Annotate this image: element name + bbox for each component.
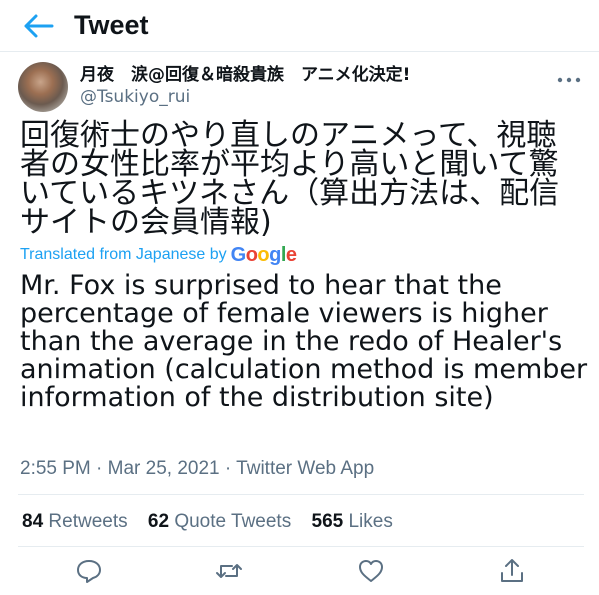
quote-tweets-label: Quote Tweets [174, 511, 292, 532]
retweet-icon [216, 564, 242, 578]
retweets-stat[interactable]: 84 Retweets [22, 510, 128, 534]
divider [18, 546, 584, 547]
header-bar: Tweet [0, 0, 599, 52]
retweets-count: 84 [22, 511, 44, 532]
tweet-meta: 2:55 PM · Mar 25, 2021 · Twitter Web App [20, 457, 374, 481]
author-display-name[interactable]: 月夜 涙@回復＆暗殺貴族 アニメ化決定! [80, 64, 410, 86]
translation-text: Mr. Fox is surprised to hear that the pe… [20, 270, 588, 413]
translation-attribution[interactable]: Translated from Japanese by Google [20, 244, 297, 266]
share-icon [501, 559, 523, 582]
more-dots-icon [557, 77, 581, 83]
likes-count: 565 [311, 511, 344, 532]
quote-tweets-count: 62 [147, 511, 170, 532]
meta-separator: · [96, 458, 103, 479]
likes-label: Likes [348, 511, 393, 532]
likes-stat[interactable]: 565 Likes [312, 510, 393, 534]
tweet-text: 回復術士のやり直しのアニメって、視聴者の女性比率が平均より高いと聞いて驚いている… [20, 118, 560, 240]
back-button[interactable] [22, 12, 56, 40]
back-arrow-icon [24, 14, 54, 38]
avatar[interactable] [18, 62, 68, 112]
like-button[interactable] [356, 556, 386, 586]
retweet-button[interactable] [214, 556, 244, 586]
divider [18, 494, 584, 495]
heart-icon [359, 560, 383, 582]
translated-label: Translated from Japanese by [20, 246, 227, 263]
share-button[interactable] [497, 556, 527, 586]
reply-button[interactable] [74, 556, 104, 586]
page-title: Tweet [74, 10, 149, 40]
reply-icon [77, 560, 101, 583]
tweet-time[interactable]: 2:55 PM [20, 458, 91, 479]
tweet-source[interactable]: Twitter Web App [236, 458, 374, 479]
author-handle[interactable]: @Tsukiyo_rui [80, 86, 190, 108]
retweets-label: Retweets [48, 511, 128, 532]
google-logo: Google [230, 244, 297, 266]
tweet-date[interactable]: Mar 25, 2021 [108, 458, 220, 479]
more-options-button[interactable] [556, 70, 582, 90]
meta-separator: · [224, 458, 232, 479]
tweet-stats: 84 Retweets 62 Quote Tweets 565 Likes [22, 510, 408, 534]
quote-tweets-stat[interactable]: 62 Quote Tweets [148, 510, 291, 534]
